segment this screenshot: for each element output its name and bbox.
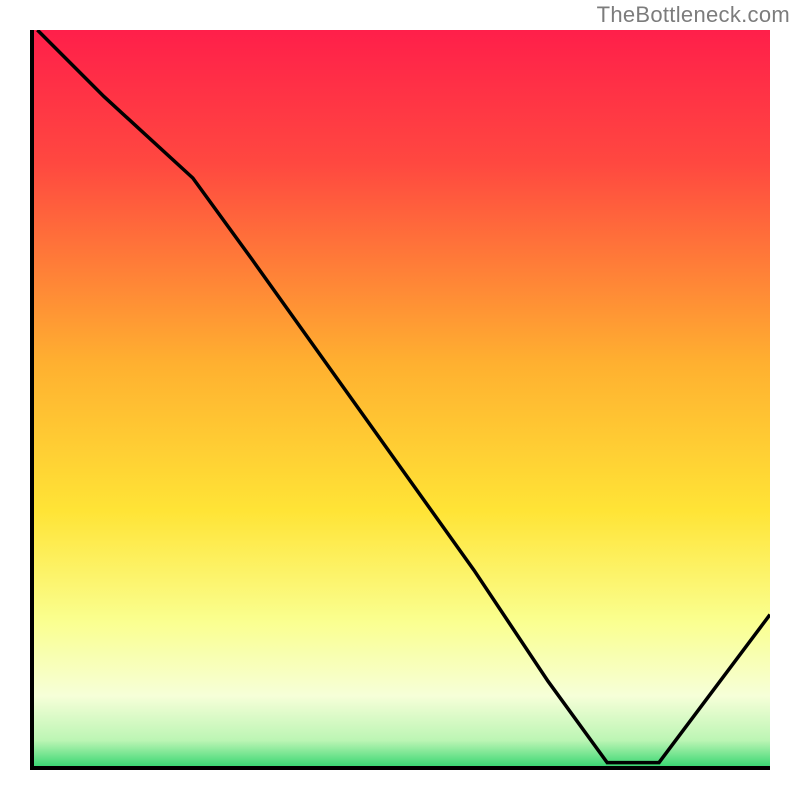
curve-line (30, 30, 770, 770)
plot-area (30, 30, 770, 770)
watermark-label: TheBottleneck.com (597, 2, 790, 28)
y-axis (30, 30, 34, 770)
chart-frame: TheBottleneck.com (0, 0, 800, 800)
x-axis (30, 766, 770, 770)
